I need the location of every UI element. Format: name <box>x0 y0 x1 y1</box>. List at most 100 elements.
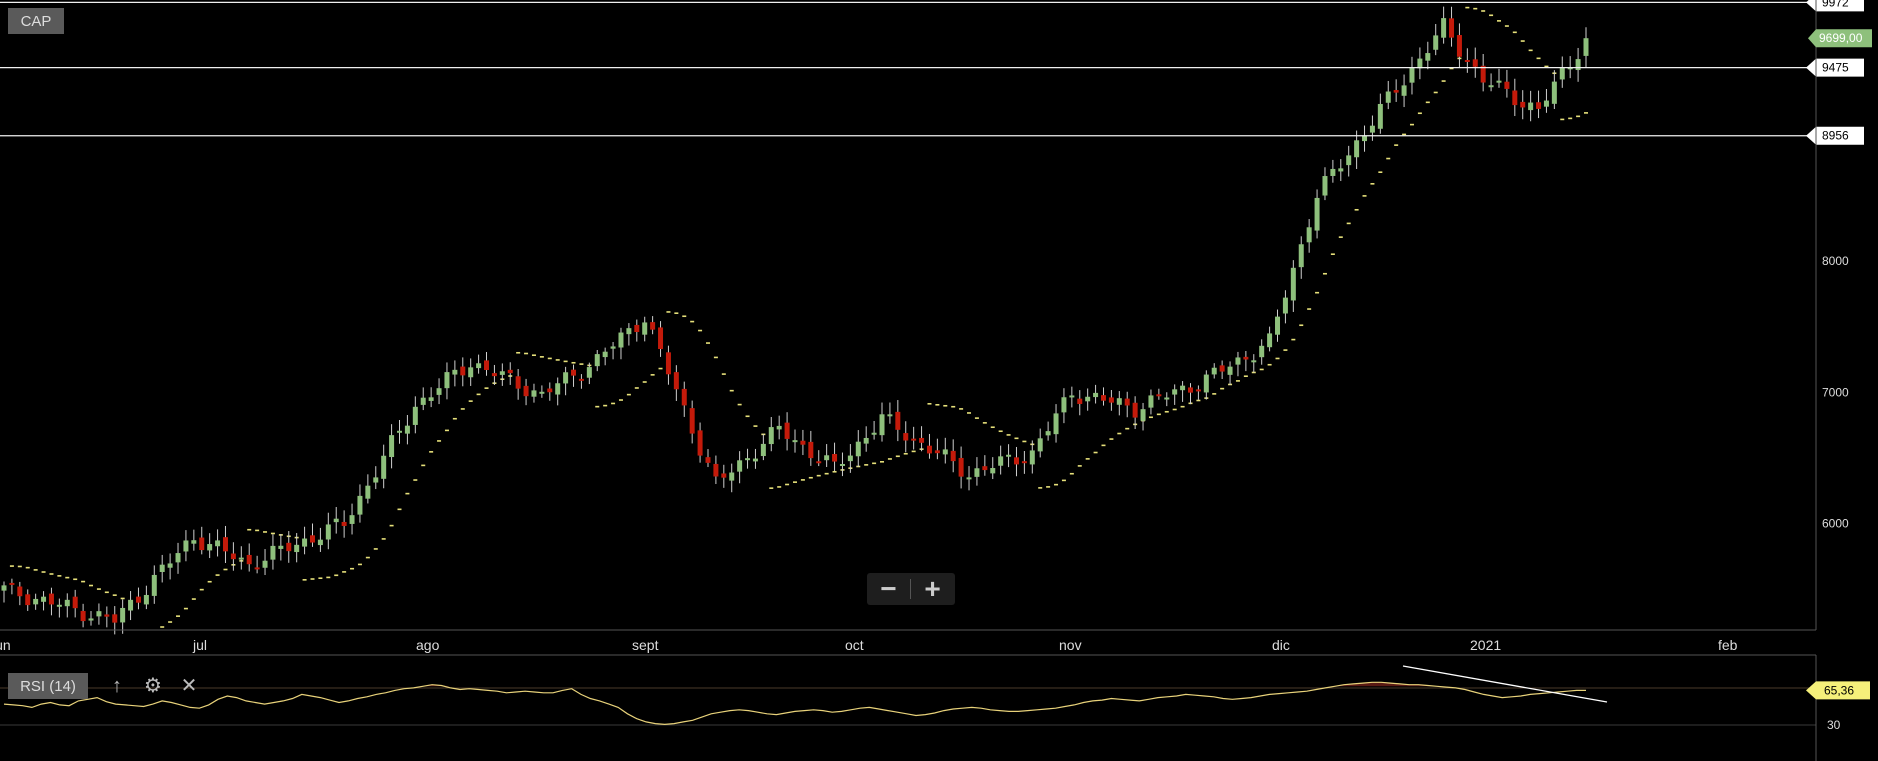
candle <box>578 374 584 389</box>
candle-body <box>539 391 545 394</box>
candle-body <box>903 433 909 441</box>
candle <box>1575 47 1581 82</box>
candle-body <box>855 441 861 457</box>
close-icon[interactable]: ✕ <box>178 674 200 698</box>
rsi-indicator-label[interactable]: RSI (14) <box>8 673 88 699</box>
candle-body <box>1536 102 1542 109</box>
candle-body <box>879 414 885 436</box>
candle-body <box>618 332 624 348</box>
candle <box>1322 167 1328 201</box>
candle <box>863 426 869 452</box>
sar-dot <box>429 451 434 453</box>
candle-body <box>1180 385 1186 391</box>
candle <box>1346 145 1352 177</box>
candle <box>737 451 743 484</box>
ticker-label[interactable]: CAP <box>8 8 64 34</box>
candle-body <box>1488 85 1494 88</box>
sar-dot <box>563 360 568 363</box>
candle <box>120 599 126 634</box>
sar-dot <box>318 577 323 580</box>
candle <box>1195 385 1201 400</box>
candle-body <box>1061 397 1067 413</box>
sar-dot <box>603 404 608 407</box>
sar-dot <box>1299 324 1304 327</box>
sar-dot <box>998 430 1003 433</box>
candle-body <box>1227 366 1233 375</box>
sar-dot <box>943 404 948 407</box>
level-line: 9972 <box>0 0 1864 12</box>
sar-dot <box>935 404 940 406</box>
sar-dot <box>104 591 109 594</box>
sar-dot <box>1172 408 1177 411</box>
candle <box>183 530 189 562</box>
candle-body <box>745 458 751 461</box>
candle-body <box>1504 81 1510 89</box>
sar-dot <box>1054 483 1059 486</box>
candle <box>1275 309 1281 342</box>
sar-dot <box>1061 479 1066 482</box>
candle <box>365 474 371 504</box>
time-axis[interactable]: jun jul ago sept oct nov dic 2021 feb <box>0 637 1738 653</box>
sar-dot <box>1046 486 1051 488</box>
price-axis[interactable]: 6000 7000 8000 <box>1822 254 1849 531</box>
candle <box>1156 388 1162 400</box>
candle-body <box>365 485 371 499</box>
sar-dot <box>824 472 829 475</box>
candle-body <box>1259 345 1265 358</box>
candle-body <box>1417 58 1423 69</box>
sar-dot <box>1109 438 1114 440</box>
candle-body <box>120 607 126 623</box>
sar-dot <box>1267 363 1272 366</box>
candle <box>333 507 339 534</box>
candle <box>278 534 284 561</box>
candle <box>199 526 205 555</box>
candle <box>982 455 988 476</box>
candle-body <box>1480 65 1486 83</box>
candle-body <box>1346 155 1352 166</box>
candle-body <box>254 567 260 570</box>
minus-icon[interactable]: − <box>867 573 910 605</box>
candle-body <box>1464 59 1470 62</box>
candle-body <box>673 372 679 390</box>
candle <box>555 377 561 406</box>
sar-dot <box>1006 434 1011 436</box>
candle-body <box>1520 101 1526 108</box>
candle <box>1267 326 1273 352</box>
time-tick-label: jun <box>0 637 11 653</box>
candle-body <box>1100 395 1106 401</box>
rsi-trendline[interactable] <box>1402 665 1608 703</box>
candle <box>745 448 751 469</box>
candle <box>1298 236 1304 279</box>
arrow-up-icon[interactable]: ↑ <box>106 674 128 698</box>
candle <box>143 585 149 610</box>
candle <box>254 555 260 574</box>
candle <box>1504 69 1510 98</box>
candle <box>1069 386 1075 408</box>
candle-body <box>1551 81 1557 104</box>
candle-body <box>1528 102 1534 111</box>
candle <box>1021 450 1027 474</box>
sar-dot <box>452 417 457 420</box>
candle <box>41 591 47 611</box>
sar-dot <box>737 403 742 406</box>
sar-dot <box>468 400 473 402</box>
time-tick-label: feb <box>1718 637 1738 653</box>
candle <box>800 429 806 456</box>
candle <box>1100 387 1106 406</box>
candle-body <box>1188 387 1193 393</box>
candle-body <box>895 411 901 430</box>
candle <box>341 510 347 538</box>
price-chart[interactable]: 9972 9475 8956 6000 7000 8000 jun jul ago sept o… <box>0 0 1878 761</box>
plus-icon[interactable]: + <box>911 573 954 605</box>
sar-dot <box>1402 133 1407 136</box>
candle-body <box>523 385 529 397</box>
sar-dot <box>800 479 805 481</box>
candle-body <box>1377 103 1383 129</box>
gear-icon[interactable]: ⚙ <box>142 674 164 698</box>
horizontal-levels[interactable]: 9972 9475 8956 <box>0 0 1864 145</box>
candle <box>1369 115 1375 141</box>
sar-dot <box>626 393 631 396</box>
sar-dot <box>1576 115 1581 118</box>
candle <box>760 434 766 461</box>
candle <box>25 589 31 611</box>
